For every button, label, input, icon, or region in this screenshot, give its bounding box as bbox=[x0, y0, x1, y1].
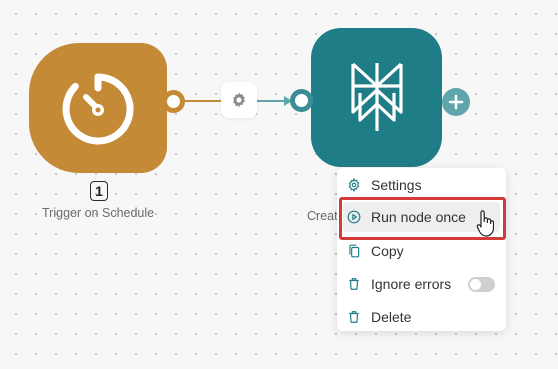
menu-item-label: Ignore errors bbox=[371, 276, 452, 292]
action-node-label: Creat bbox=[307, 209, 338, 223]
menu-item-label: Delete bbox=[371, 309, 412, 325]
workflow-canvas[interactable]: 1 Trigger on Schedule Creat Settings Run… bbox=[0, 0, 558, 369]
timer-icon bbox=[62, 73, 134, 145]
connection-settings-button[interactable] bbox=[221, 82, 257, 118]
add-node-button[interactable] bbox=[442, 88, 470, 116]
trash-icon bbox=[349, 311, 359, 323]
gear-icon bbox=[348, 178, 360, 192]
toggle-knob bbox=[470, 279, 481, 290]
trigger-node-label: Trigger on Schedule bbox=[42, 206, 155, 220]
action-node[interactable] bbox=[311, 28, 442, 167]
menu-item-copy[interactable]: Copy bbox=[337, 236, 506, 266]
node-context-menu: Settings Run node once Copy Ignore error… bbox=[337, 168, 506, 331]
run-count-badge: 1 bbox=[90, 181, 108, 201]
menu-item-settings[interactable]: Settings bbox=[337, 170, 506, 200]
gear-icon bbox=[233, 92, 245, 108]
action-input-handle[interactable] bbox=[290, 89, 313, 112]
menu-item-label: Settings bbox=[371, 177, 422, 193]
trigger-node[interactable] bbox=[29, 43, 167, 173]
plus-icon bbox=[448, 94, 464, 110]
ignore-errors-toggle[interactable] bbox=[468, 277, 495, 292]
trigger-output-handle[interactable] bbox=[162, 90, 185, 113]
hand-pointer-cursor-icon bbox=[476, 210, 494, 237]
copy-icon bbox=[349, 244, 360, 258]
menu-item-delete[interactable]: Delete bbox=[337, 302, 506, 332]
trash-icon bbox=[349, 278, 359, 290]
menu-item-label: Copy bbox=[371, 243, 404, 259]
menu-item-ignore-errors[interactable]: Ignore errors bbox=[337, 269, 506, 299]
perplexity-logo-icon bbox=[351, 62, 403, 131]
